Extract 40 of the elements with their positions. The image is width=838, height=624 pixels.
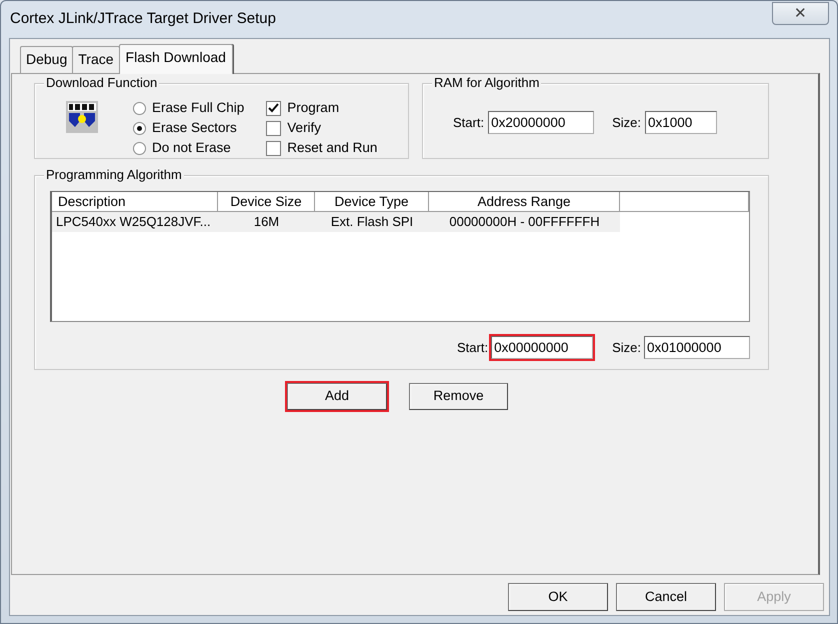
column-header[interactable]: Device Size <box>218 192 315 212</box>
group-title: RAM for Algorithm <box>432 75 542 91</box>
table-cell-text: LPC540xx W25Q128JVF... <box>55 213 212 231</box>
window-title: Cortex JLink/JTrace Target Driver Setup <box>10 9 277 30</box>
input-field[interactable]: 0x00000000 <box>491 336 594 359</box>
load-icon <box>66 101 98 133</box>
radio-button[interactable] <box>133 102 146 114</box>
list-row[interactable]: LPC540xx W25Q128JVF... 16M Ext. Flash SPI 00000000H - 00FFFFFFH <box>52 212 620 232</box>
table-cell-text: 16M <box>252 213 280 231</box>
column-header[interactable]: Description <box>52 192 218 212</box>
group-title: Programming Algorithm <box>44 167 184 183</box>
column-header[interactable]: Address Range <box>429 192 620 212</box>
add-button[interactable]: Add <box>287 383 387 410</box>
option-label: Program <box>287 98 340 117</box>
close-button[interactable]: ✕ <box>772 2 829 25</box>
radio-button[interactable] <box>133 122 146 134</box>
option-label: Reset and Run <box>287 138 378 157</box>
option-label: Erase Sectors <box>152 118 237 137</box>
tab[interactable]: Debug <box>20 46 74 73</box>
input-field[interactable]: 0x01000000 <box>644 336 750 359</box>
field-label: Start: <box>457 338 488 357</box>
checkbox[interactable] <box>266 140 282 156</box>
checkbox[interactable] <box>266 120 282 136</box>
input-field[interactable]: 0x20000000 <box>488 111 594 134</box>
field-label: Size: <box>612 338 641 357</box>
checkbox[interactable] <box>266 100 282 116</box>
option-label: Verify <box>287 118 322 137</box>
input-field[interactable]: 0x1000 <box>644 111 717 134</box>
table-cell-text: 00000000H - 00FFFFFFH <box>448 213 601 231</box>
table-cell-text: Ext. Flash SPI <box>330 213 414 231</box>
option-label: Erase Full Chip <box>152 98 244 117</box>
dialog-button[interactable]: OK <box>508 583 608 611</box>
column-header[interactable]: Device Type <box>315 192 429 212</box>
field-label: Start: <box>453 114 484 132</box>
tab[interactable]: Flash Download <box>118 44 233 74</box>
remove-button[interactable]: Remove <box>409 383 508 410</box>
radio-button[interactable] <box>133 142 146 154</box>
dialog-button[interactable]: Cancel <box>616 583 716 611</box>
field-label: Size: <box>612 114 641 132</box>
option-label: Do not Erase <box>152 138 231 157</box>
